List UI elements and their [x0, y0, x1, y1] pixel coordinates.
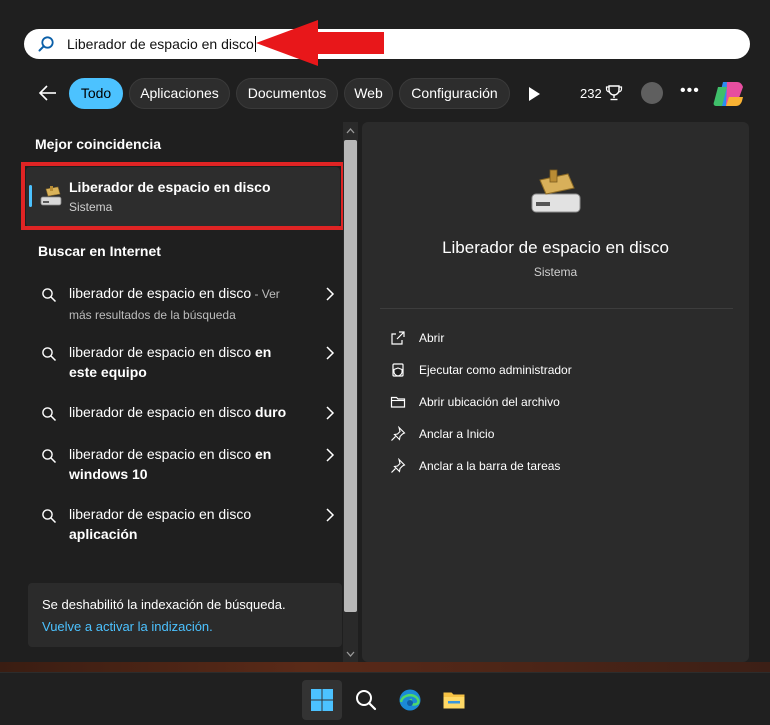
web-result-line2: más resultados de la búsqueda [69, 308, 236, 322]
search-icon [42, 509, 57, 524]
action-pin-to-start[interactable]: Anclar a Inicio [390, 424, 710, 444]
web-result-text: liberador de espacio en disco [69, 506, 252, 522]
web-result-text: liberador de espacio en disco [69, 344, 256, 360]
web-result-item[interactable]: liberador de espacio en disco aplicación [28, 504, 340, 544]
action-label: Anclar a Inicio [419, 427, 495, 441]
search-icon [42, 449, 57, 464]
action-open-file-location[interactable]: Abrir ubicación del archivo [390, 392, 710, 412]
taskbar-file-explorer-button[interactable] [434, 680, 474, 720]
scroll-up-icon[interactable] [343, 126, 358, 136]
search-icon [42, 288, 57, 303]
scroll-down-icon[interactable] [343, 649, 358, 659]
app-subtitle: Sistema [533, 265, 578, 279]
search-icon [42, 407, 57, 422]
action-label: Ejecutar como administrador [419, 363, 572, 377]
windows-start-icon [311, 689, 333, 711]
disk-cleanup-icon [531, 169, 581, 213]
tab-web[interactable]: Web [344, 78, 393, 109]
web-result-suffix: - Ver [251, 287, 280, 301]
results-scrollbar[interactable] [343, 122, 358, 662]
divider [380, 308, 733, 309]
web-result-item[interactable]: liberador de espacio en disco - Ver más … [28, 283, 340, 323]
detail-pane: Liberador de espacio en disco Sistema Ab… [362, 122, 749, 662]
chevron-right-icon [326, 346, 335, 360]
indexing-notice-text: Se deshabilitó la indexación de búsqueda… [42, 597, 286, 612]
reenable-indexing-link[interactable]: Vuelve a activar la indización. [42, 619, 213, 634]
edge-icon [399, 689, 421, 711]
tab-documentos[interactable]: Documentos [236, 78, 338, 109]
taskbar-search-button[interactable] [346, 680, 386, 720]
web-result-item[interactable]: liberador de espacio en disco duro [28, 402, 340, 422]
tab-configuracion[interactable]: Configuración [399, 78, 510, 109]
app-title: Liberador de espacio en disco [442, 238, 669, 257]
more-options-icon[interactable]: ••• [680, 82, 700, 100]
copilot-icon[interactable] [713, 79, 745, 109]
pin-icon [391, 426, 406, 441]
open-icon [391, 331, 405, 345]
taskbar-edge-button[interactable] [390, 680, 430, 720]
chevron-right-icon [326, 448, 335, 462]
scrollbar-thumb[interactable] [344, 140, 357, 612]
chevron-right-icon [326, 508, 335, 522]
web-result-item[interactable]: liberador de espacio en disco en este eq… [28, 342, 340, 382]
avatar[interactable] [641, 82, 663, 104]
chevron-right-icon [326, 287, 335, 301]
web-result-text: liberador de espacio en disco [69, 446, 256, 462]
file-explorer-icon [443, 692, 465, 709]
search-input[interactable]: Liberador de espacio en disco [67, 36, 256, 52]
start-button[interactable] [302, 680, 342, 720]
action-run-as-admin[interactable]: Ejecutar como administrador [390, 360, 710, 380]
search-icon [356, 690, 377, 711]
action-open[interactable]: Abrir [390, 328, 710, 348]
back-arrow-icon[interactable] [36, 81, 60, 105]
tab-todo[interactable]: Todo [69, 78, 123, 109]
indexing-notice: Se deshabilitó la indexación de búsqueda… [28, 583, 342, 647]
web-result-line2: este equipo [69, 364, 147, 380]
action-label: Abrir ubicación del archivo [419, 395, 560, 409]
red-highlight-box [21, 162, 345, 230]
best-match-heading: Mejor coincidencia [35, 136, 162, 152]
web-result-line2: windows 10 [69, 466, 148, 482]
search-icon [42, 347, 57, 362]
web-search-heading: Buscar en Internet [38, 243, 161, 259]
chevron-right-icon [326, 406, 335, 420]
folder-icon [390, 396, 406, 408]
web-result-bold: en [255, 446, 272, 462]
web-result-text: liberador de espacio en disco [69, 285, 252, 301]
tab-aplicaciones[interactable]: Aplicaciones [129, 78, 230, 109]
web-result-item[interactable]: liberador de espacio en disco en windows… [28, 444, 340, 484]
red-arrow-annotation [256, 20, 384, 66]
web-result-text: liberador de espacio en disco [69, 404, 256, 420]
search-icon [38, 36, 54, 52]
play-more-filters-icon[interactable] [527, 86, 541, 102]
web-result-bold: duro [255, 404, 287, 420]
action-pin-to-taskbar[interactable]: Anclar a la barra de tareas [390, 456, 710, 476]
web-result-bold: en [255, 344, 272, 360]
action-label: Anclar a la barra de tareas [419, 459, 561, 473]
shield-icon [392, 363, 404, 377]
rewards-trophy-icon[interactable] [605, 84, 623, 102]
pin-icon [391, 458, 406, 473]
web-result-line2: aplicación [69, 526, 138, 542]
action-label: Abrir [419, 331, 445, 345]
rewards-points: 232 [580, 86, 602, 101]
search-box[interactable]: Liberador de espacio en disco [24, 29, 750, 59]
